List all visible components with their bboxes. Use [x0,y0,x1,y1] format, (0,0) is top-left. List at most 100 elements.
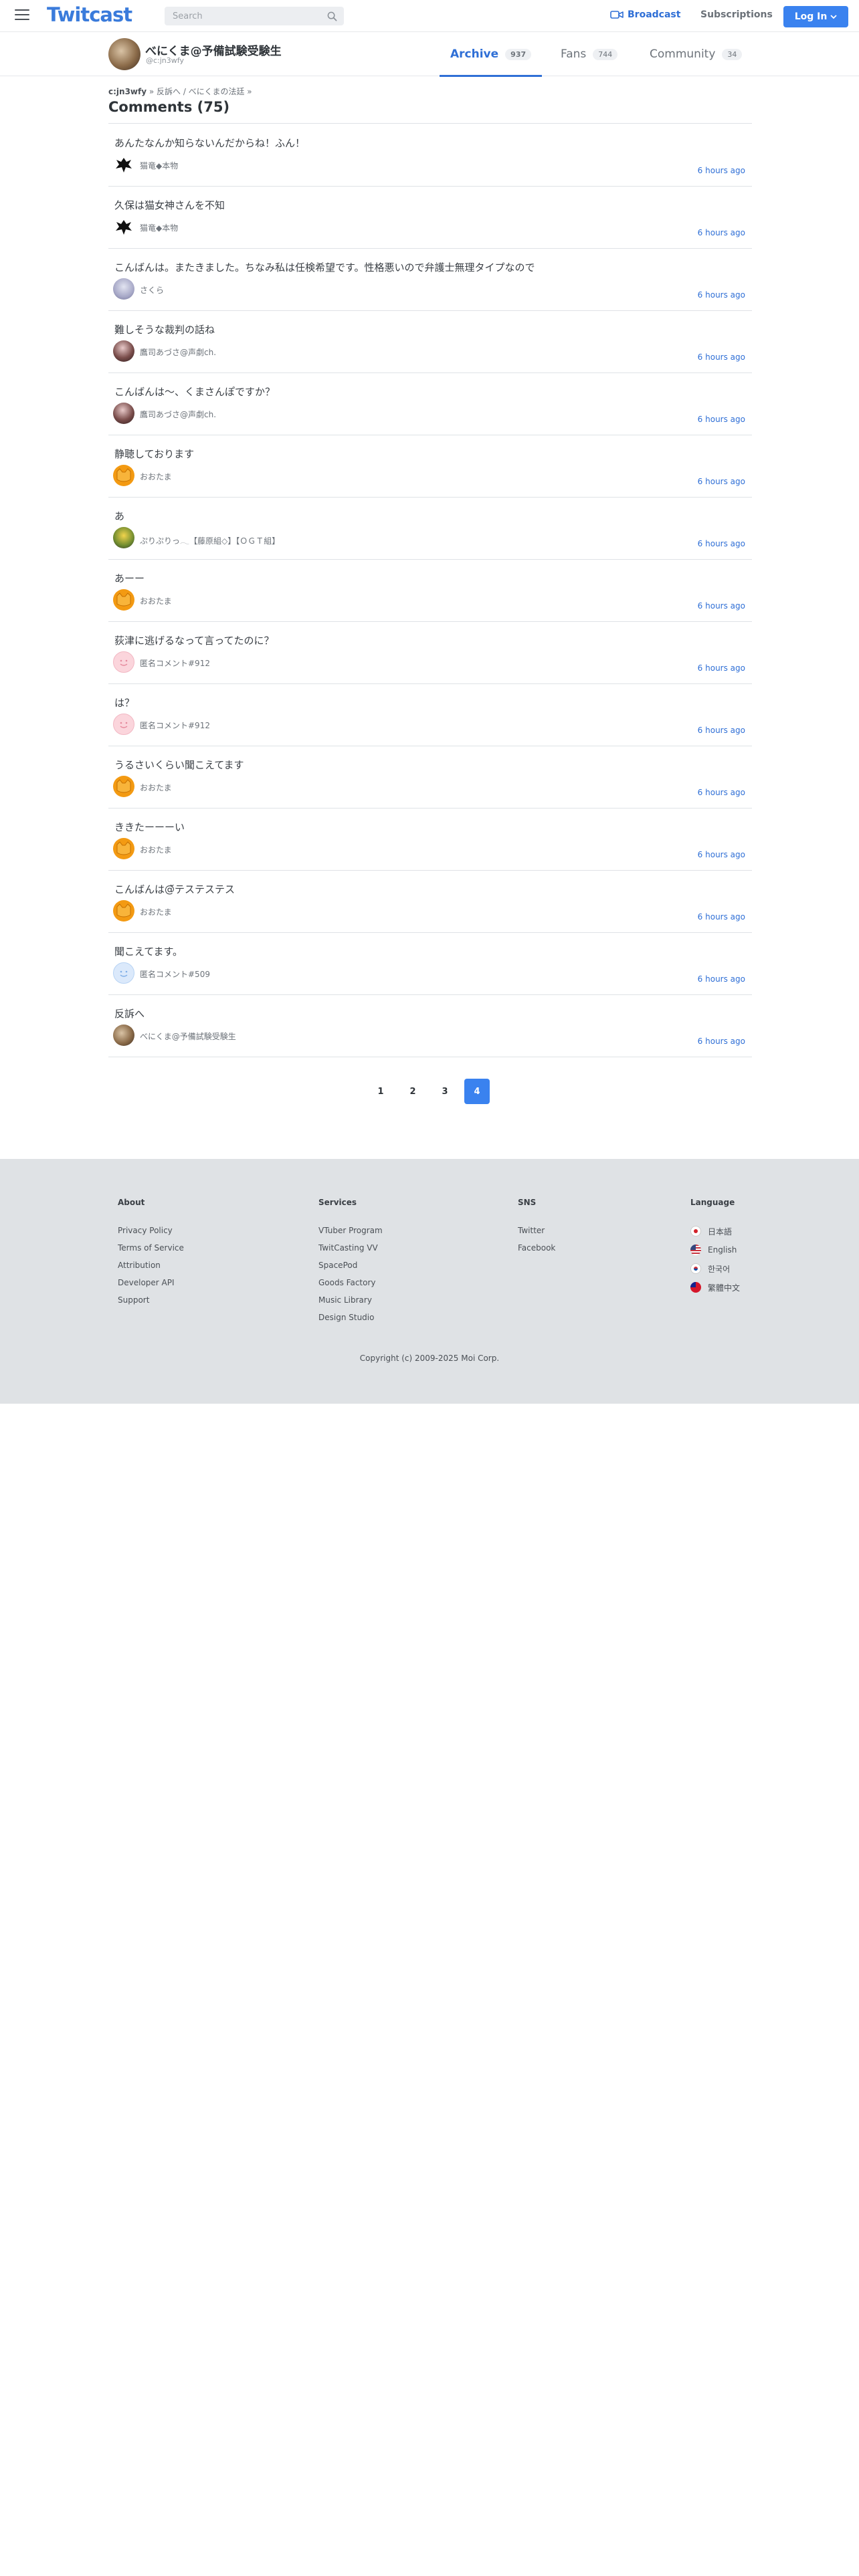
user-avatar[interactable] [113,838,134,859]
comment-timestamp[interactable]: 6 hours ago [698,166,745,175]
comment-username[interactable]: 猫竜◆本物 [140,222,178,233]
comment-text: こんばんは〜、くまさんぽですか？ [114,386,276,398]
profile-avatar[interactable] [108,38,140,70]
comment-timestamp[interactable]: 6 hours ago [698,601,745,611]
user-avatar[interactable] [113,465,134,486]
tab-community[interactable]: Community 34 [650,32,743,76]
comment-item: あ ぷりぷりっ𓂃【藤原組◇】【ＯＧＴ組】 6 hours ago [108,498,752,560]
divider [108,123,752,124]
comment-item: あーー おおたま 6 hours ago [108,560,752,622]
comment-username[interactable]: おおたま [140,471,172,482]
comment-timestamp[interactable]: 6 hours ago [698,788,745,797]
tab-fans-count: 744 [593,48,618,60]
tab-archive[interactable]: Archive 937 [439,32,543,77]
comment-text: あーー [114,572,145,584]
user-avatar[interactable] [113,154,134,175]
user-avatar[interactable] [113,589,134,611]
breadcrumb: c:jn3wfy » 反訴へ / べにくまの法廷 » [108,86,252,97]
user-avatar[interactable] [113,403,134,424]
footer-link-spacepod[interactable]: SpacePod [318,1257,383,1274]
language-traditional-chinese[interactable]: 繁體中文 [690,1278,740,1297]
comment-timestamp[interactable]: 6 hours ago [698,726,745,735]
comment-username[interactable]: 匿名コメント#509 [140,968,210,980]
comment-timestamp[interactable]: 6 hours ago [698,539,745,548]
comment-timestamp[interactable]: 6 hours ago [698,477,745,486]
search-input[interactable] [171,10,327,22]
footer-link-terms[interactable]: Terms of Service [118,1239,184,1257]
comment-timestamp[interactable]: 6 hours ago [698,290,745,300]
page-3-button[interactable]: 3 [432,1079,458,1104]
comment-username[interactable]: さくら [140,284,164,296]
footer-heading: Services [318,1198,357,1207]
footer-link-attribution[interactable]: Attribution [118,1257,184,1274]
tab-fans-label: Fans [561,47,587,61]
hamburger-menu-icon[interactable] [15,9,29,23]
comment-username[interactable]: 猫竜◆本物 [140,160,178,171]
footer-link-vv[interactable]: TwitCasting VV [318,1239,383,1257]
comment-username[interactable]: 鷹司あづさ@声劇ch. [140,346,216,358]
search-icon[interactable] [327,11,337,21]
tab-fans[interactable]: Fans 744 [561,32,618,76]
subscriptions-link[interactable]: Subscriptions [700,9,773,20]
comment-timestamp[interactable]: 6 hours ago [698,228,745,237]
comment-timestamp[interactable]: 6 hours ago [698,912,745,922]
breadcrumb-movie[interactable]: 反訴へ / べにくまの法廷 [157,87,244,96]
user-avatar[interactable] [113,278,134,300]
user-avatar[interactable] [113,651,134,673]
footer-link-privacy[interactable]: Privacy Policy [118,1222,184,1239]
footer: About Privacy Policy Terms of Service At… [0,1159,859,1404]
comment-text: 久保は猫女神さんを不知 [114,199,225,211]
tab-community-count: 34 [722,48,743,60]
pagination: 1 2 3 4 [368,1079,490,1104]
footer-link-twitter[interactable]: Twitter [518,1222,555,1239]
footer-link-vtuber[interactable]: VTuber Program [318,1222,383,1239]
twitcast-logo[interactable]: Twitcast [47,3,132,26]
comment-username[interactable]: べにくま@予備試験受験生 [140,1031,236,1042]
comment-username[interactable]: おおたま [140,782,172,793]
breadcrumb-user[interactable]: c:jn3wfy [108,87,147,96]
user-avatar[interactable] [113,714,134,735]
comment-timestamp[interactable]: 6 hours ago [698,415,745,424]
user-avatar[interactable] [113,962,134,984]
footer-link-music[interactable]: Music Library [318,1291,383,1309]
language-english[interactable]: English [690,1241,740,1259]
broadcast-button[interactable]: Broadcast [610,9,680,20]
comment-item: は？ 匿名コメント#912 6 hours ago [108,684,752,746]
language-label: 한국어 [708,1264,731,1274]
comment-username[interactable]: 匿名コメント#912 [140,720,210,731]
search-box[interactable] [165,7,344,25]
comment-username[interactable]: おおたま [140,595,172,607]
taiwan-flag-icon [690,1282,701,1293]
top-bar: Twitcast Broadcast Subscriptions Log In [0,0,859,32]
language-japanese[interactable]: 日本語 [690,1222,740,1241]
footer-link-facebook[interactable]: Facebook [518,1239,555,1257]
language-korean[interactable]: 한국어 [690,1259,740,1278]
tab-archive-label: Archive [450,47,499,61]
user-avatar[interactable] [113,340,134,362]
comment-username[interactable]: おおたま [140,844,172,855]
footer-link-goods[interactable]: Goods Factory [318,1274,383,1291]
comment-text: 聞こえてます。 [114,946,183,958]
comment-username[interactable]: おおたま [140,906,172,918]
page-4-button[interactable]: 4 [464,1079,490,1104]
footer-link-developer-api[interactable]: Developer API [118,1274,184,1291]
comment-timestamp[interactable]: 6 hours ago [698,974,745,984]
login-button[interactable]: Log In [783,6,848,27]
user-avatar[interactable] [113,776,134,797]
footer-link-support[interactable]: Support [118,1291,184,1309]
page-1-button[interactable]: 1 [368,1079,393,1104]
comment-timestamp[interactable]: 6 hours ago [698,352,745,362]
footer-link-design[interactable]: Design Studio [318,1309,383,1326]
comment-timestamp[interactable]: 6 hours ago [698,1037,745,1046]
comment-timestamp[interactable]: 6 hours ago [698,663,745,673]
comment-item: こんばんは。またきました。ちなみ私は任検希望です。性格悪いので弁護士無理タイプな… [108,249,752,311]
user-avatar[interactable] [113,1025,134,1046]
comment-username[interactable]: 匿名コメント#912 [140,657,210,669]
comment-timestamp[interactable]: 6 hours ago [698,850,745,859]
comment-username[interactable]: ぷりぷりっ𓂃【藤原組◇】【ＯＧＴ組】 [140,533,280,546]
user-avatar[interactable] [113,216,134,237]
user-avatar[interactable] [113,900,134,922]
comment-username[interactable]: 鷹司あづさ@声劇ch. [140,409,216,420]
page-2-button[interactable]: 2 [400,1079,425,1104]
user-avatar[interactable] [113,527,134,548]
